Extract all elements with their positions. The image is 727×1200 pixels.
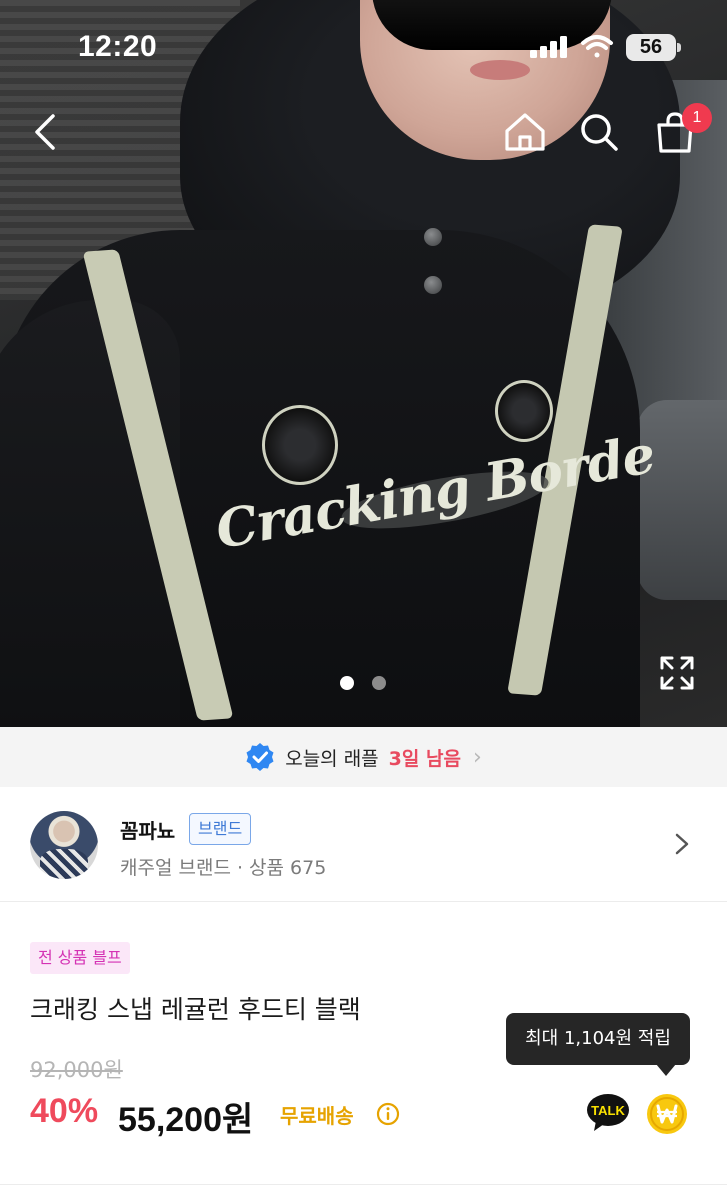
seller-meta: 캐주얼 브랜드 · 상품 675 bbox=[120, 857, 327, 879]
points-coin-button[interactable] bbox=[646, 1093, 688, 1135]
home-icon bbox=[505, 113, 545, 151]
background-chair bbox=[637, 400, 727, 600]
promo-tag: 전 상품 블프 bbox=[30, 942, 130, 974]
status-bar: 12:20 56 bbox=[0, 0, 727, 96]
talk-icon: TALK bbox=[587, 1094, 629, 1131]
chevron-right-icon bbox=[670, 827, 694, 861]
seller-avatar bbox=[30, 811, 98, 879]
original-price: 92,000원 bbox=[30, 1058, 123, 1082]
raffle-label: 오늘의 래플 bbox=[285, 747, 379, 770]
carousel-dot-active[interactable] bbox=[340, 676, 354, 690]
divider bbox=[0, 1184, 727, 1185]
cart-count-badge: 1 bbox=[682, 103, 712, 133]
home-button[interactable] bbox=[497, 104, 553, 160]
chevron-right-icon: › bbox=[472, 744, 482, 770]
seller-row[interactable]: 꼼파뇨 브랜드 캐주얼 브랜드 · 상품 675 bbox=[0, 787, 727, 902]
chevron-left-icon bbox=[35, 114, 55, 150]
search-button[interactable] bbox=[571, 104, 627, 160]
search-icon bbox=[581, 114, 618, 151]
seller-name: 꼼파뇨 bbox=[120, 819, 176, 843]
battery-tip bbox=[677, 43, 681, 52]
verified-badge-icon bbox=[246, 743, 274, 771]
status-time: 12:20 bbox=[78, 30, 158, 63]
cellular-signal-icon bbox=[530, 36, 570, 58]
hoodie-snap-button bbox=[424, 228, 442, 246]
wifi-icon bbox=[580, 34, 614, 60]
sale-price: 55,200원 bbox=[118, 1101, 254, 1139]
carousel-dot[interactable] bbox=[372, 676, 386, 690]
raffle-banner[interactable]: 오늘의 래플 3일 남음 › bbox=[0, 727, 727, 787]
won-coin-icon bbox=[647, 1094, 687, 1134]
kakao-talk-button[interactable]: TALK bbox=[586, 1093, 630, 1133]
info-icon[interactable] bbox=[376, 1102, 400, 1126]
hoodie-crest-right bbox=[495, 380, 553, 442]
tooltip-arrow bbox=[656, 1064, 676, 1076]
brand-badge: 브랜드 bbox=[189, 813, 252, 845]
product-title: 크래킹 스냅 레귤런 후드티 블랙 bbox=[30, 995, 361, 1024]
svg-text:TALK: TALK bbox=[591, 1103, 625, 1118]
discount-rate: 40% bbox=[30, 1092, 99, 1130]
hoodie-crest-left bbox=[262, 405, 338, 485]
hoodie-snap-button bbox=[424, 276, 442, 294]
raffle-remaining: 3일 남음 bbox=[388, 747, 461, 770]
battery-indicator: 56 bbox=[626, 34, 676, 61]
free-shipping-label: 무료배송 bbox=[280, 1104, 354, 1128]
points-tooltip: 최대 1,104원 적립 bbox=[506, 1013, 690, 1065]
back-button[interactable] bbox=[18, 104, 74, 160]
carousel-indicator bbox=[340, 676, 386, 690]
expand-image-icon[interactable] bbox=[656, 652, 698, 694]
